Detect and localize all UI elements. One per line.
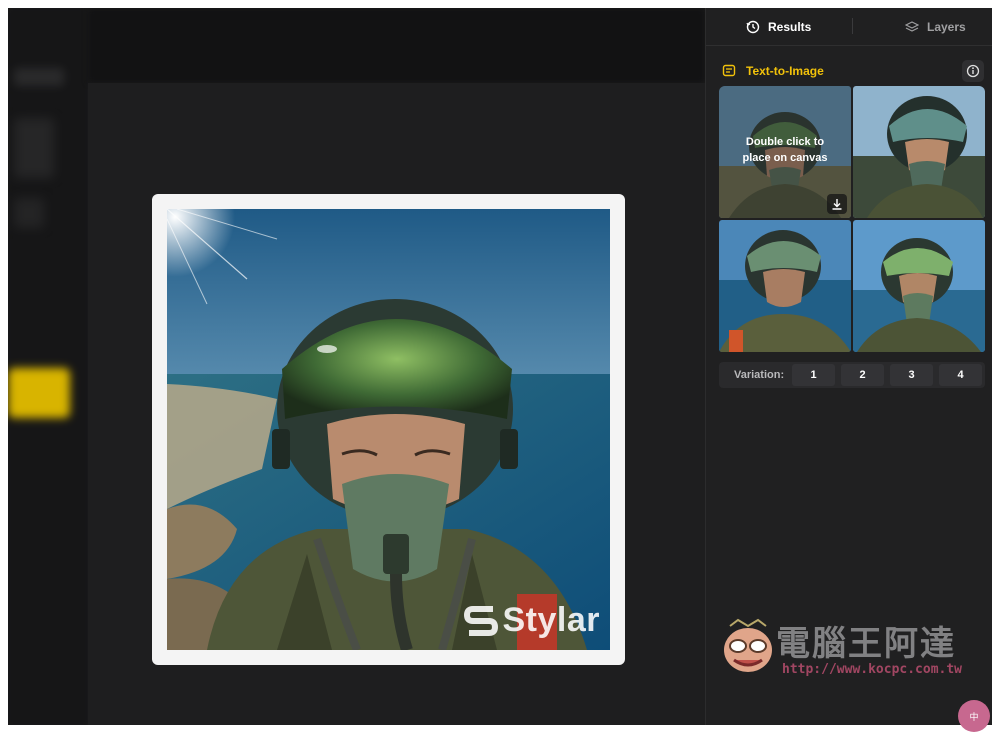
download-icon bbox=[832, 199, 842, 210]
canvas-image[interactable]: Stylar bbox=[167, 209, 610, 650]
hover-hint-line1: Double click to bbox=[745, 136, 825, 148]
canvas-image-card[interactable]: Stylar bbox=[152, 194, 625, 665]
toolbar-item[interactable] bbox=[14, 118, 54, 178]
variation-button-4[interactable]: 4 bbox=[939, 364, 982, 386]
toolbar-item[interactable] bbox=[14, 198, 44, 228]
thumbnail-image bbox=[853, 220, 985, 352]
variation-button-1[interactable]: 1 bbox=[792, 364, 835, 386]
history-icon bbox=[746, 20, 760, 34]
layers-icon bbox=[905, 21, 919, 32]
tab-layers[interactable]: Layers bbox=[905, 17, 966, 37]
tab-results-label: Results bbox=[768, 20, 812, 34]
variation-button-2[interactable]: 2 bbox=[841, 364, 884, 386]
variation-button-3[interactable]: 3 bbox=[890, 364, 933, 386]
thumbnail-hover-hint: Double click to place on canvas bbox=[719, 134, 851, 166]
result-thumbnail[interactable]: Double click to place on canvas bbox=[719, 86, 851, 218]
stylar-watermark: Stylar bbox=[463, 601, 601, 640]
tab-divider bbox=[852, 18, 853, 34]
result-thumbnail[interactable] bbox=[853, 86, 985, 218]
variation-bar: Variation: 1 2 3 4 bbox=[719, 362, 985, 388]
results-grid: Double click to place on canvas bbox=[719, 86, 985, 352]
stylar-watermark-text: Stylar bbox=[502, 601, 600, 639]
site-watermark-url: http://www.kocpc.com.tw bbox=[782, 662, 963, 677]
tab-layers-label: Layers bbox=[927, 20, 966, 34]
tab-results[interactable]: Results bbox=[746, 17, 811, 37]
site-watermark-title: 電腦王阿達 bbox=[776, 624, 956, 664]
thumbnail-image bbox=[719, 220, 851, 352]
result-thumbnail[interactable] bbox=[853, 220, 985, 352]
left-toolbar bbox=[8, 8, 88, 725]
download-button[interactable] bbox=[827, 194, 847, 214]
language-badge[interactable]: 中 bbox=[958, 700, 990, 732]
panel-tabs: Results Layers bbox=[706, 8, 992, 46]
info-icon bbox=[966, 64, 980, 78]
pilot-photo bbox=[167, 209, 610, 650]
generate-button[interactable] bbox=[8, 368, 70, 418]
mascot-logo-icon bbox=[724, 618, 772, 672]
variation-label: Variation: bbox=[734, 369, 785, 381]
thumbnail-image bbox=[853, 86, 985, 218]
info-button[interactable] bbox=[962, 60, 984, 82]
section-header: Text-to-Image bbox=[722, 60, 984, 82]
hover-hint-line2: place on canvas bbox=[742, 152, 828, 164]
section-title: Text-to-Image bbox=[746, 64, 824, 78]
top-bar bbox=[88, 8, 705, 83]
toolbar-item[interactable] bbox=[14, 68, 64, 86]
site-watermark: 電腦王阿達 http://www.kocpc.com.tw bbox=[718, 612, 968, 684]
prompt-icon bbox=[722, 64, 736, 77]
result-thumbnail[interactable] bbox=[719, 220, 851, 352]
stylar-logo-icon bbox=[463, 605, 498, 636]
